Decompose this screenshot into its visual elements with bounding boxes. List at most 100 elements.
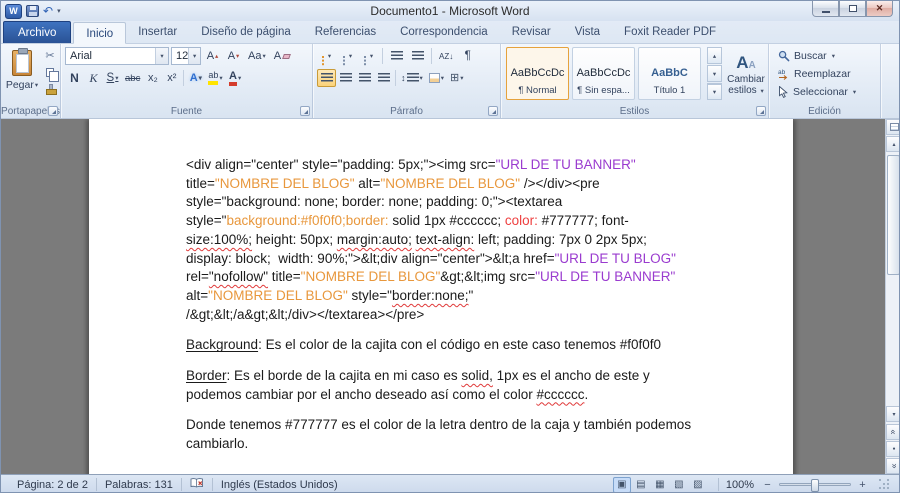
print-layout-view-button[interactable]: ▣	[612, 476, 631, 492]
styles-more-button[interactable]: ▾	[707, 83, 722, 100]
close-button[interactable]: ✕	[866, 1, 893, 17]
style-card-2[interactable]: AaBbC Título 1	[638, 47, 701, 100]
format-painter-button[interactable]	[42, 82, 58, 97]
numbering-button[interactable]: ▾	[338, 47, 357, 65]
bold-button[interactable]: N	[65, 69, 84, 87]
align-center-button[interactable]	[336, 69, 355, 87]
code-line: display: block; width: 90%;">&lt;div ali…	[186, 250, 676, 266]
tab-correspondencia[interactable]: Correspondencia	[388, 21, 500, 43]
font-family-select[interactable]: Arial ▾	[65, 47, 169, 65]
styles-scroll-down-button[interactable]: ▾	[707, 65, 722, 82]
editing-group-label: Edición	[808, 106, 841, 117]
grow-font-button[interactable]: A ▴	[203, 47, 222, 65]
subscript-button[interactable]: x₂	[143, 69, 162, 87]
underline-button[interactable]: S ▾	[103, 69, 122, 87]
strikethrough-button[interactable]: abc	[122, 69, 143, 87]
previous-page-button[interactable]: «	[886, 424, 899, 440]
word-count[interactable]: Palabras: 131	[97, 479, 181, 491]
styles-gallery: AaBbCcDc ¶ Normal AaBbCcDc ¶ Sin espa... AaB…	[506, 47, 701, 100]
copy-button[interactable]	[42, 65, 59, 82]
quick-access-toolbar: W ↶ ▾	[5, 2, 61, 20]
scissors-icon: ✂	[45, 50, 55, 62]
replace-icon: ab	[778, 69, 788, 80]
styles-scroll-up-button[interactable]: ▴	[707, 47, 722, 64]
vertical-scrollbar[interactable]: ▴ ▾ « ● «	[885, 119, 899, 474]
replace-button[interactable]: ab Reemplazar	[775, 66, 859, 82]
ribbon-tabs: Archivo Inicio Insertar Diseño de página Ref…	[1, 21, 899, 44]
word-app-icon[interactable]: W	[5, 3, 22, 19]
tab-revisar[interactable]: Revisar	[500, 21, 563, 43]
full-screen-reading-view-button[interactable]: ▤	[632, 477, 650, 493]
clear-formatting-button[interactable]: A	[271, 47, 293, 65]
zoom-slider[interactable]	[779, 479, 851, 492]
show-marks-button[interactable]: ¶	[458, 47, 477, 65]
borders-icon: ⊞	[450, 71, 460, 84]
select-button[interactable]: Seleccionar ▾	[775, 84, 859, 100]
zoom-slider-thumb[interactable]	[811, 479, 819, 492]
zoom-in-button[interactable]: +	[856, 479, 869, 491]
qat-customize-dropdown-icon[interactable]: ▾	[57, 7, 61, 15]
scrollbar-thumb[interactable]	[887, 155, 899, 275]
style-card-1[interactable]: AaBbCcDc ¶ Sin espa...	[572, 47, 635, 100]
tab-vista[interactable]: Vista	[563, 21, 612, 43]
superscript-button[interactable]: x²	[162, 69, 181, 87]
undo-icon[interactable]: ↶	[43, 5, 53, 17]
resize-grip[interactable]	[878, 478, 891, 491]
chevron-down-icon[interactable]: ▾	[188, 48, 200, 64]
save-icon[interactable]	[26, 5, 39, 17]
cut-button[interactable]: ✂	[42, 48, 58, 63]
clipboard-dialog-launcher[interactable]	[48, 106, 58, 116]
increase-indent-button[interactable]	[408, 47, 427, 65]
tab-referencias[interactable]: Referencias	[303, 21, 388, 43]
minimize-button[interactable]	[812, 1, 839, 17]
draft-view-button[interactable]: ▨	[689, 477, 707, 493]
line-spacing-icon	[406, 72, 419, 84]
scroll-down-button[interactable]: ▾	[886, 406, 899, 422]
line-spacing-button[interactable]: ↕ ▾	[398, 69, 426, 87]
outline-view-button[interactable]: ▧	[670, 477, 688, 493]
next-page-button[interactable]: «	[886, 458, 899, 474]
justify-button[interactable]	[374, 69, 393, 87]
web-layout-view-button[interactable]: ▦	[651, 477, 669, 493]
highlight-button[interactable]: ab ▾	[205, 69, 225, 87]
styles-dialog-launcher[interactable]	[756, 106, 766, 116]
restore-button[interactable]	[839, 1, 866, 17]
decrease-indent-button[interactable]	[387, 47, 406, 65]
borders-button[interactable]: ⊞ ▾	[447, 69, 466, 87]
font-color-button[interactable]: A ▾	[226, 69, 245, 87]
chevron-down-icon[interactable]: ▾	[155, 48, 168, 64]
language-indicator[interactable]: Inglés (Estados Unidos)	[213, 479, 346, 491]
sort-button[interactable]: AZ↓	[436, 47, 456, 65]
proofing-status[interactable]	[182, 477, 212, 492]
italic-button[interactable]: K	[84, 69, 103, 87]
view-ruler-button[interactable]	[886, 119, 899, 135]
bullets-button[interactable]: ▾	[317, 47, 336, 65]
text-effects-button[interactable]: A ▾	[186, 69, 205, 87]
paste-button[interactable]: Pegar ▾	[4, 47, 40, 103]
style-card-0[interactable]: AaBbCcDc ¶ Normal	[506, 47, 569, 100]
font-size-select[interactable]: 12 ▾	[171, 47, 201, 65]
zoom-level[interactable]: 100%	[726, 479, 754, 491]
find-button[interactable]: Buscar ▾	[775, 48, 859, 64]
align-left-button[interactable]	[317, 69, 336, 87]
select-browse-object-button[interactable]: ●	[886, 441, 899, 457]
tab-foxit-reader-pdf[interactable]: Foxit Reader PDF	[612, 21, 728, 43]
multilevel-list-button[interactable]: ▾	[359, 47, 378, 65]
shading-button[interactable]: ▾	[426, 69, 447, 87]
scroll-up-button[interactable]: ▴	[886, 136, 899, 152]
code-line: title="NOMBRE DEL BLOG" alt="NOMBRE DEL …	[186, 175, 600, 191]
change-case-button[interactable]: Aa ▾	[245, 47, 269, 65]
zoom-out-button[interactable]: −	[761, 479, 774, 491]
tab-inicio[interactable]: Inicio	[73, 22, 127, 44]
tab-diseno-de-pagina[interactable]: Diseño de página	[189, 21, 303, 43]
tab-archivo[interactable]: Archivo	[3, 21, 72, 43]
shrink-font-button[interactable]: A ▾	[224, 47, 243, 65]
tab-insertar[interactable]: Insertar	[126, 21, 189, 43]
font-dialog-launcher[interactable]	[300, 106, 310, 116]
page-indicator[interactable]: Página: 2 de 2	[9, 479, 96, 491]
code-line: rel="nofollow" title="NOMBRE DEL BLOG"&g…	[186, 269, 676, 285]
align-right-button[interactable]	[355, 69, 374, 87]
document-page[interactable]: <div align="center" style="padding: 5px;…	[89, 119, 793, 474]
change-styles-button[interactable]: AA Cambiar estilos ▾	[725, 47, 767, 103]
paragraph-dialog-launcher[interactable]	[488, 106, 498, 116]
